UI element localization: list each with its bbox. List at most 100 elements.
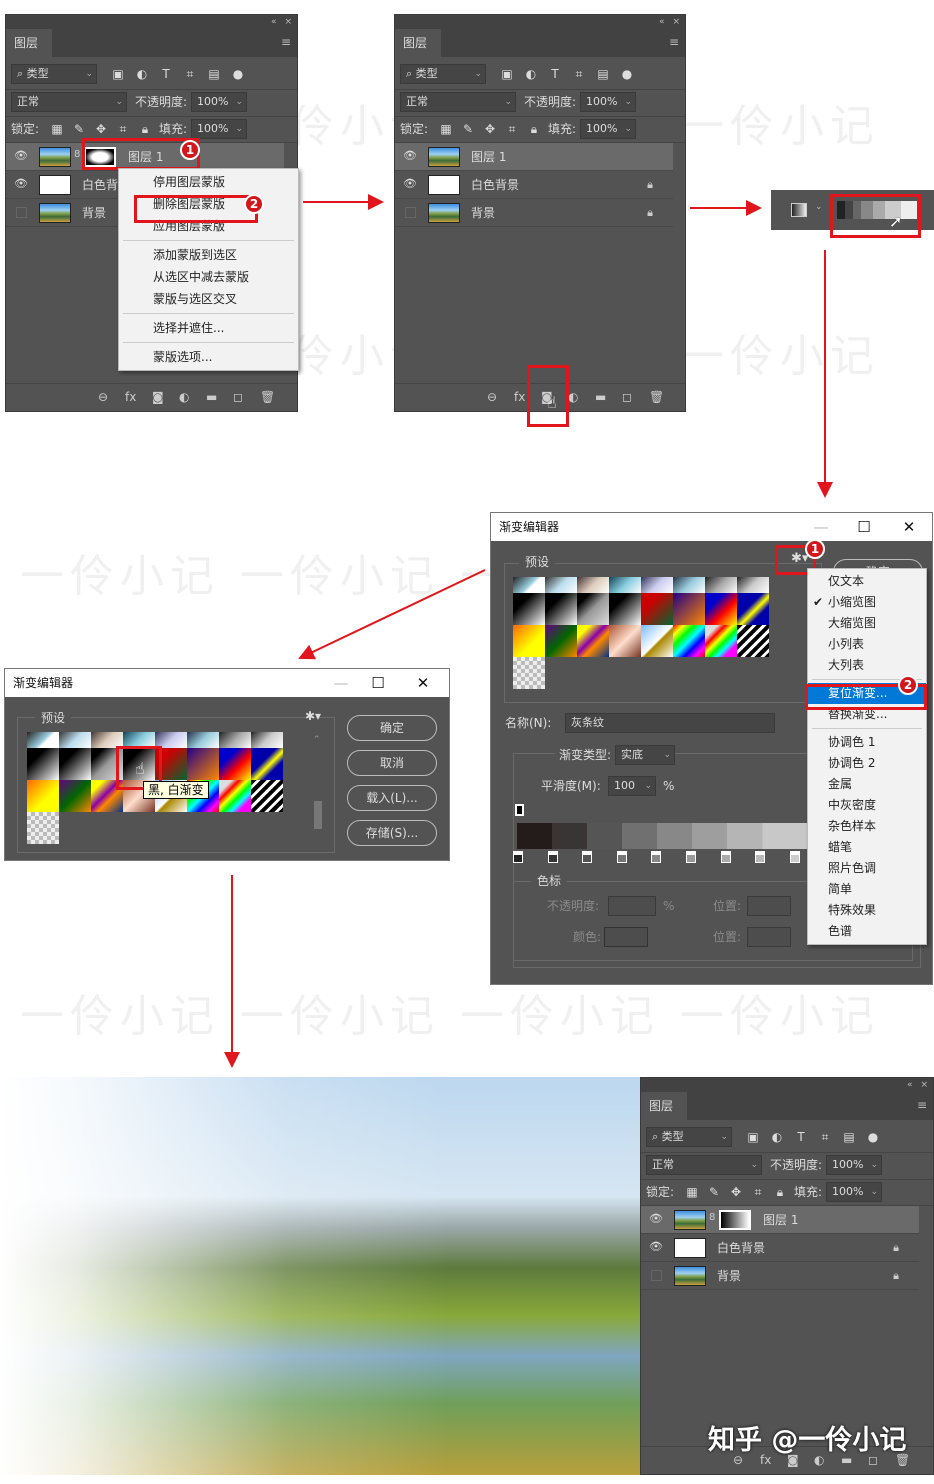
chevron-down-icon[interactable]: ⌄ bbox=[815, 202, 823, 212]
position-input[interactable] bbox=[747, 927, 791, 947]
collapse-icon[interactable]: « bbox=[659, 17, 665, 27]
scroll-thumb[interactable] bbox=[314, 801, 322, 829]
menu-item[interactable]: 简单 bbox=[808, 879, 926, 900]
name-input[interactable]: 灰条纹 bbox=[565, 713, 775, 733]
gradient-preset[interactable] bbox=[27, 732, 59, 748]
group-icon[interactable]: ▬ bbox=[206, 390, 217, 404]
gradient-preset[interactable] bbox=[609, 625, 641, 657]
opacity-input[interactable]: 100% ⌄ bbox=[826, 1155, 882, 1175]
link-icon[interactable]: 8 bbox=[74, 149, 80, 160]
filter-toggle-icon[interactable]: ● bbox=[230, 64, 246, 84]
eye-icon[interactable]: 👁︎ bbox=[403, 149, 417, 162]
adjustment-filter-icon[interactable]: ◐ bbox=[523, 64, 539, 84]
filter-select[interactable]: ⌕ 类型 ⌄ bbox=[646, 1127, 732, 1147]
layer-row[interactable]: 👁︎ 8 图层 1 bbox=[641, 1206, 919, 1234]
layer-row[interactable]: 背景 🔒︎ bbox=[395, 199, 673, 227]
layer-name[interactable]: 白色背景 bbox=[717, 1234, 765, 1262]
eye-icon[interactable]: 👁︎ bbox=[14, 177, 28, 190]
lock-artboard-icon[interactable]: ⌗ bbox=[750, 1182, 766, 1202]
blend-mode-select[interactable]: 正常 ⌄ bbox=[400, 92, 516, 112]
menu-item[interactable]: 大缩览图 bbox=[808, 613, 926, 634]
gradient-preset[interactable] bbox=[641, 593, 673, 625]
gradient-preset[interactable] bbox=[513, 625, 545, 657]
lock-artboard-icon[interactable]: ⌗ bbox=[115, 119, 131, 139]
gradient-preset[interactable] bbox=[219, 780, 251, 812]
position-input[interactable] bbox=[747, 896, 791, 916]
menu-item[interactable]: 照片色调 bbox=[808, 858, 926, 879]
save-button[interactable]: 存储(S)... bbox=[347, 820, 437, 846]
fill-input[interactable]: 100% ⌄ bbox=[580, 119, 636, 139]
filter-select[interactable]: ⌕ 类型 ⌄ bbox=[400, 64, 486, 84]
gradient-preset[interactable] bbox=[577, 625, 609, 657]
scrollbar[interactable]: ⌃ bbox=[313, 735, 323, 837]
visibility-toggle[interactable] bbox=[651, 1270, 662, 1281]
lock-all-icon[interactable]: 🔒︎ bbox=[526, 119, 542, 139]
menu-item[interactable]: 协调色 2 bbox=[808, 753, 926, 774]
color-stop[interactable] bbox=[789, 851, 800, 863]
gradient-preset[interactable] bbox=[219, 732, 251, 748]
gradient-preset[interactable] bbox=[673, 625, 705, 657]
gradient-preset[interactable] bbox=[705, 577, 737, 593]
shape-filter-icon[interactable]: ⌗ bbox=[571, 64, 587, 84]
smart-object-filter-icon[interactable]: ▤ bbox=[841, 1127, 857, 1147]
image-filter-icon[interactable]: ▣ bbox=[110, 64, 126, 84]
menu-item[interactable]: 金属 bbox=[808, 774, 926, 795]
lock-artboard-icon[interactable]: ⌗ bbox=[504, 119, 520, 139]
lock-position-icon[interactable]: ✥ bbox=[482, 119, 498, 139]
ok-button[interactable]: 确定 bbox=[347, 715, 437, 741]
opacity-stop[interactable] bbox=[515, 804, 524, 816]
load-button[interactable]: 载入(L)... bbox=[347, 785, 437, 811]
menu-item[interactable]: 蜡笔 bbox=[808, 837, 926, 858]
lock-position-icon[interactable]: ✥ bbox=[93, 119, 109, 139]
gradient-preset[interactable] bbox=[577, 593, 609, 625]
tab-layers[interactable]: 图层 bbox=[395, 29, 441, 57]
collapse-icon[interactable]: « bbox=[271, 17, 277, 27]
gradient-preset[interactable] bbox=[251, 748, 283, 780]
menu-item[interactable]: 杂色样本 bbox=[808, 816, 926, 837]
color-stop[interactable] bbox=[686, 851, 696, 863]
gradient-tool-icon[interactable] bbox=[791, 203, 807, 217]
type-filter-icon[interactable]: T bbox=[158, 64, 174, 84]
gradient-preset[interactable] bbox=[705, 593, 737, 625]
eye-icon[interactable]: 👁︎ bbox=[403, 177, 417, 190]
gradient-preset[interactable] bbox=[737, 577, 769, 593]
menu-item[interactable]: 协调色 1 bbox=[808, 732, 926, 753]
blend-mode-select[interactable]: 正常 ⌄ bbox=[646, 1155, 762, 1175]
menu-item[interactable]: 从选区中减去蒙版 bbox=[119, 266, 298, 288]
lock-transparent-icon[interactable]: ▦ bbox=[684, 1182, 700, 1202]
type-filter-icon[interactable]: T bbox=[793, 1127, 809, 1147]
lock-position-icon[interactable]: ✥ bbox=[728, 1182, 744, 1202]
gradient-preset[interactable] bbox=[513, 657, 545, 689]
menu-item[interactable]: 色谱 bbox=[808, 921, 926, 942]
layer-name[interactable]: 背景 bbox=[717, 1262, 741, 1290]
stop-color-swatch[interactable] bbox=[604, 927, 648, 947]
gradient-preset[interactable] bbox=[609, 593, 641, 625]
blend-mode-select[interactable]: 正常 ⌄ bbox=[11, 92, 127, 112]
new-layer-icon[interactable]: ◻ bbox=[622, 390, 632, 404]
adjustment-filter-icon[interactable]: ◐ bbox=[134, 64, 150, 84]
gradient-preset[interactable] bbox=[187, 748, 219, 780]
collapse-icon[interactable]: « bbox=[907, 1080, 913, 1090]
layer-name[interactable]: 图层 1 bbox=[471, 143, 506, 171]
smart-object-filter-icon[interactable]: ▤ bbox=[206, 64, 222, 84]
tab-layers[interactable]: 图层 bbox=[6, 29, 52, 57]
filter-select[interactable]: ⌕ 类型 ⌄ bbox=[11, 64, 97, 84]
layer-name[interactable]: 白色背景 bbox=[471, 171, 519, 199]
layer-row[interactable]: 👁︎ 图层 1 bbox=[395, 143, 673, 171]
menu-item[interactable]: 仅文本 bbox=[808, 571, 926, 592]
menu-item[interactable]: 添加蒙版到选区 bbox=[119, 244, 298, 266]
fx-icon[interactable]: fx bbox=[125, 390, 136, 404]
smart-object-filter-icon[interactable]: ▤ bbox=[595, 64, 611, 84]
fill-input[interactable]: 100% ⌄ bbox=[826, 1182, 882, 1202]
lock-pixels-icon[interactable]: ✎ bbox=[71, 119, 87, 139]
gradient-preset[interactable] bbox=[577, 577, 609, 593]
color-stop[interactable] bbox=[755, 851, 766, 863]
panel-menu-icon[interactable]: ≡ bbox=[281, 35, 291, 49]
opacity-input[interactable]: 100% ⌄ bbox=[580, 92, 636, 112]
gradient-preset[interactable] bbox=[27, 780, 59, 812]
menu-item[interactable]: 蒙版与选区交叉 bbox=[119, 288, 298, 310]
lock-transparent-icon[interactable]: ▦ bbox=[49, 119, 65, 139]
gradient-preset[interactable] bbox=[673, 593, 705, 625]
gradient-preset[interactable] bbox=[27, 748, 59, 780]
shape-filter-icon[interactable]: ⌗ bbox=[182, 64, 198, 84]
